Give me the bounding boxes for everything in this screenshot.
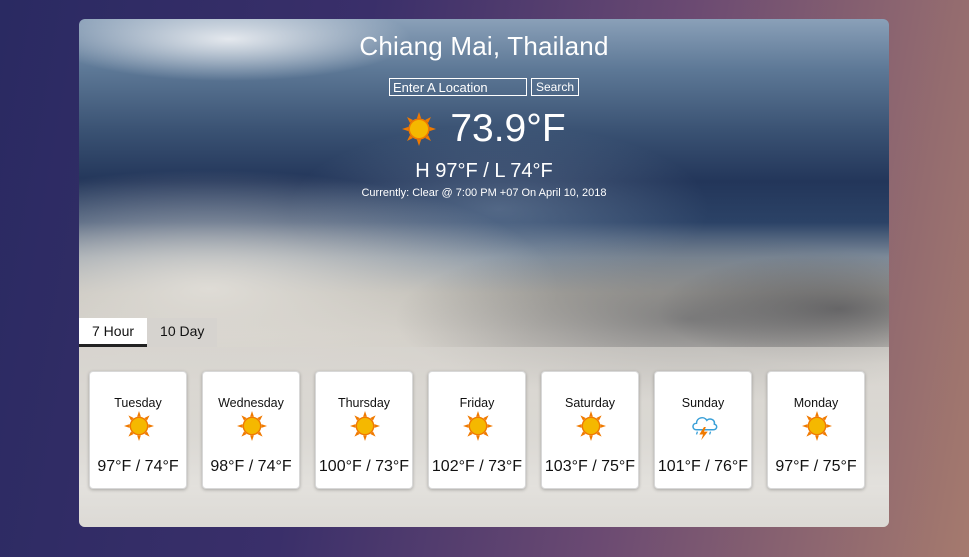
location-search-input[interactable] (388, 78, 527, 96)
forecast-panel: Tuesday 97°F / 74°F Wednesday 98°F / 74°… (79, 347, 889, 527)
day-temperature: 97°F / 74°F (97, 458, 179, 475)
high-low-temperature: H 97°F / L 74°F (415, 160, 553, 182)
day-name: Sunday (681, 396, 725, 410)
forecast-day-card: Monday 97°F / 75°F (767, 371, 865, 489)
forecast-day-card: Sunday 101°F / 76°F (654, 371, 752, 489)
sun-icon (802, 411, 832, 441)
sun-icon (237, 411, 267, 441)
current-conditions: 73.9°F (79, 107, 889, 151)
sun-icon (124, 411, 154, 441)
tab-7-hour[interactable]: 7 Hour (79, 318, 148, 347)
forecast-day-list: Tuesday 97°F / 74°F Wednesday 98°F / 74°… (89, 371, 865, 489)
day-name: Monday (793, 396, 839, 410)
sun-icon (463, 411, 493, 441)
day-name: Saturday (564, 396, 616, 410)
sun-icon (576, 411, 606, 441)
day-temperature: 98°F / 74°F (210, 458, 292, 475)
forecast-tabs: 7 Hour 10 Day (79, 318, 218, 347)
day-temperature: 100°F / 73°F (318, 458, 410, 475)
tab-10-day[interactable]: 10 Day (147, 318, 218, 347)
forecast-day-card: Friday 102°F / 73°F (428, 371, 526, 489)
forecast-day-card: Tuesday 97°F / 74°F (89, 371, 187, 489)
sun-icon (350, 411, 380, 441)
thunderstorm-icon (692, 416, 718, 441)
day-name: Wednesday (218, 396, 284, 410)
forecast-day-card: Thursday 100°F / 73°F (315, 371, 413, 489)
day-temperature: 103°F / 75°F (544, 458, 636, 475)
forecast-day-card: Wednesday 98°F / 74°F (202, 371, 300, 489)
search-bar: Search (79, 78, 889, 96)
day-temperature: 102°F / 73°F (431, 458, 523, 475)
location-title: Chiang Mai, Thailand (359, 31, 609, 61)
day-temperature: 101°F / 76°F (657, 458, 749, 475)
sun-icon (402, 112, 437, 146)
day-name: Thursday (337, 396, 391, 410)
weather-card: Chiang Mai, Thailand Search 73.9°F H 97°… (79, 19, 889, 527)
day-temperature: 97°F / 75°F (775, 458, 857, 475)
day-name: Friday (459, 396, 495, 410)
current-summary: Currently: Clear @ 7:00 PM +07 On April … (361, 187, 607, 199)
day-name: Tuesday (114, 396, 162, 410)
forecast-day-card: Saturday 103°F / 75°F (541, 371, 639, 489)
current-temperature: 73.9°F (450, 107, 566, 150)
search-button[interactable]: Search (530, 78, 580, 96)
